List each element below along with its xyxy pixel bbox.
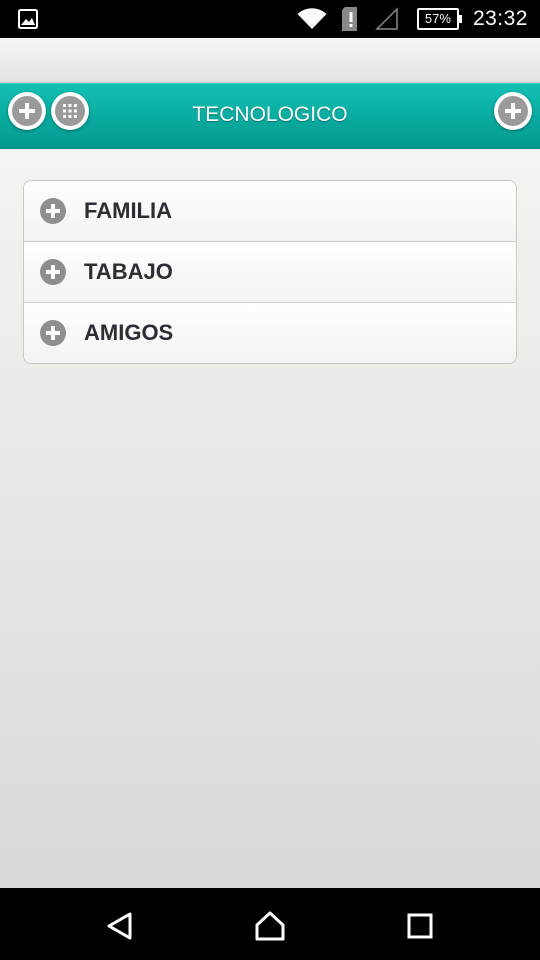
status-bar: 57% 23:32: [0, 0, 540, 38]
list-item-label: TABAJO: [84, 259, 173, 284]
home-icon: [255, 911, 285, 941]
wifi-icon: [297, 8, 327, 30]
top-gray-bar: [0, 38, 540, 83]
header-bar: TECNOLOGICO: [0, 83, 540, 149]
list-item-familia[interactable]: FAMILIA: [24, 181, 516, 242]
signal-icon: [375, 7, 399, 31]
status-icons: 57% 23:32: [283, 0, 528, 38]
group-list: FAMILIA TABAJO AMIGOS: [23, 180, 517, 364]
add-button-right[interactable]: [494, 92, 532, 130]
recents-button[interactable]: [400, 906, 440, 946]
recents-icon: [407, 913, 433, 939]
battery-indicator: 57%: [416, 8, 462, 30]
back-button[interactable]: [100, 906, 140, 946]
list-item-label: AMIGOS: [84, 320, 174, 345]
list-item-amigos[interactable]: AMIGOS: [24, 303, 516, 363]
list-item-tabajo[interactable]: TABAJO: [24, 242, 516, 303]
navigation-bar: [0, 888, 540, 960]
page-title: TECNOLOGICO: [192, 103, 348, 126]
back-icon: [107, 912, 132, 940]
add-icon: [498, 96, 528, 126]
plus-circle-icon: [40, 320, 66, 346]
plus-circle-icon: [40, 198, 66, 224]
list-item-label: FAMILIA: [84, 198, 172, 223]
plus-circle-icon: [40, 259, 66, 285]
clock: 23:32: [472, 7, 528, 30]
home-button[interactable]: [250, 906, 290, 946]
alert-icon: [341, 6, 361, 32]
app-content: TECNOLOGICO FAMILIA TABAJO AMIGOS: [0, 38, 540, 888]
image-icon: [18, 9, 38, 29]
